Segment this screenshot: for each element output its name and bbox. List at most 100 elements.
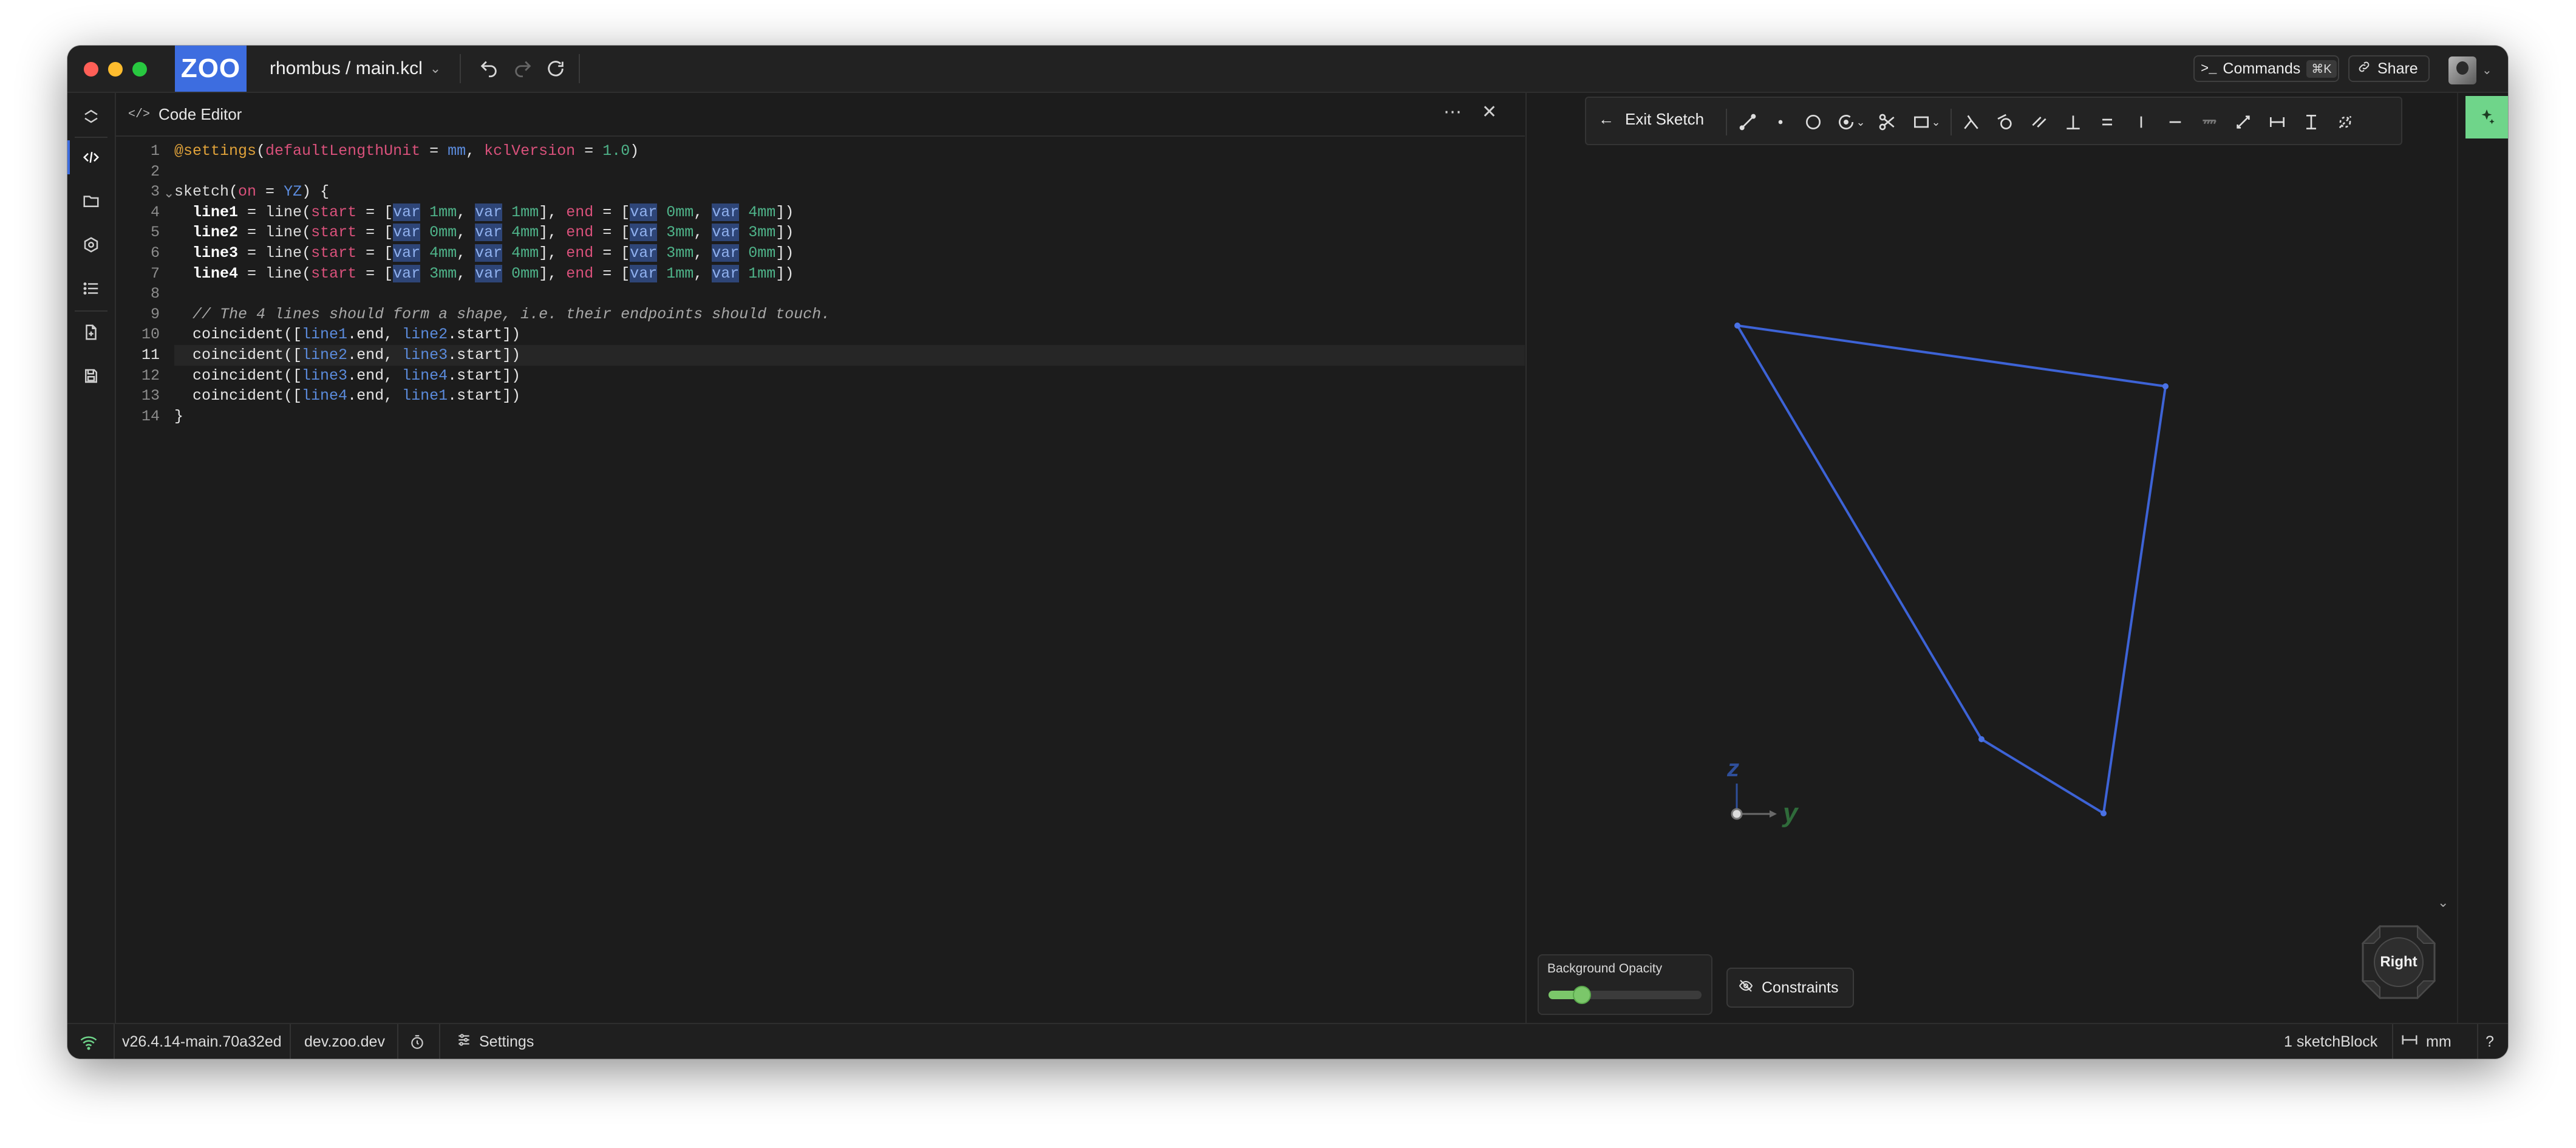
line-tool-icon[interactable] (1737, 111, 1759, 133)
sliders-icon (456, 1032, 472, 1052)
rectangle-tool-icon[interactable] (1910, 111, 1932, 133)
settings-button[interactable]: Settings (456, 1024, 534, 1059)
tangent-constraint-icon[interactable] (1994, 111, 2016, 133)
background-opacity-panel: Background Opacity (1538, 954, 1712, 1015)
line-number: 14 (141, 408, 160, 425)
chevron-down-icon[interactable]: ⌄ (2482, 63, 2492, 78)
code-line[interactable]: sketch(on = YZ) { (174, 182, 1525, 202)
circle-tool-icon[interactable] (1802, 111, 1824, 133)
folder-icon[interactable] (78, 188, 104, 214)
more-options-icon[interactable]: ⋯ (1443, 101, 1462, 123)
3d-viewport[interactable]: z y ← Exit Sketch ⌄ ⌄ Background Opacity… (1525, 93, 2508, 1023)
help-button[interactable]: ? (2486, 1024, 2494, 1059)
code-line[interactable]: } (174, 406, 1525, 427)
distance-dimension-icon[interactable] (2232, 111, 2254, 133)
exit-sketch-button[interactable]: ← Exit Sketch (1598, 110, 1704, 129)
code-line[interactable]: coincident([line4.end, line1.start]) (174, 386, 1525, 406)
line-number: 3 (150, 183, 160, 200)
close-icon[interactable]: ✕ (1482, 101, 1497, 123)
collapse-panels-icon[interactable] (78, 103, 104, 129)
line-number: 13 (141, 387, 160, 405)
opacity-slider-thumb[interactable] (1573, 986, 1592, 1004)
sketch-vertex[interactable] (2162, 383, 2169, 389)
code-editor-icon[interactable] (67, 140, 104, 174)
code-line-active[interactable]: coincident([line2.end, line3.start]) (174, 345, 1525, 366)
point-tool-icon[interactable] (1770, 111, 1791, 133)
divider (1951, 109, 1952, 135)
sketch-lines[interactable] (1735, 324, 2167, 816)
close-window-button[interactable] (84, 62, 98, 77)
timer-icon[interactable] (409, 1024, 425, 1059)
code-line[interactable]: coincident([line3.end, line4.start]) (174, 366, 1525, 386)
view-cube-face[interactable]: Right (2374, 937, 2424, 987)
sketch-count-label[interactable]: 1 sketchBlock (2284, 1024, 2377, 1059)
environment-label[interactable]: dev.zoo.dev (304, 1024, 385, 1059)
horizontal-constraint-icon[interactable] (2164, 111, 2186, 133)
axis-gizmo: z y (1726, 755, 1799, 828)
sketch-vertex[interactable] (1978, 736, 1985, 742)
unit-selector[interactable]: mm (2401, 1024, 2452, 1059)
add-file-icon[interactable] (78, 319, 104, 346)
sketch-vertex[interactable] (1734, 323, 1740, 329)
code-line[interactable]: line1 = line(start = [var 1mm, var 1mm],… (174, 202, 1525, 223)
chevron-down-icon[interactable]: ⌄ (2438, 895, 2448, 911)
commands-shortcut: ⌘K (2306, 60, 2337, 78)
sketch-canvas[interactable]: z y (1527, 93, 2508, 1023)
export-icon[interactable] (78, 363, 104, 389)
perpendicular-constraint-icon[interactable] (2062, 111, 2084, 133)
maximize-window-button[interactable] (132, 62, 147, 77)
code-line[interactable]: line3 = line(start = [var 4mm, var 4mm],… (174, 243, 1525, 264)
equal-constraint-icon[interactable] (2096, 111, 2118, 133)
code-line[interactable] (174, 162, 1525, 182)
ai-assistant-button[interactable] (2465, 96, 2508, 138)
code-line[interactable]: coincident([line1.end, line2.start]) (174, 324, 1525, 345)
code-line[interactable]: // The 4 lines should form a shape, i.e.… (174, 304, 1525, 325)
commands-button[interactable]: >_ Commands ⌘K (2193, 55, 2339, 82)
line-number: 7 (150, 265, 160, 282)
construction-toggle-icon[interactable] (2334, 111, 2356, 133)
share-button[interactable]: Share (2348, 55, 2430, 82)
line-number: 1 (150, 142, 160, 160)
rhombus-sketch[interactable] (1734, 323, 2169, 816)
sketch-vertex[interactable] (2101, 810, 2107, 816)
trim-tool-icon[interactable] (1876, 111, 1898, 133)
refresh-icon[interactable] (545, 58, 567, 80)
parallel-constraint-icon[interactable] (2028, 111, 2050, 133)
zoo-logo[interactable]: ZOO (175, 46, 247, 92)
terminal-icon: >_ (2201, 61, 2217, 77)
code-line[interactable] (174, 284, 1525, 304)
version-label[interactable]: v26.4.14-main.70a32ed (122, 1024, 282, 1059)
line-number-gutter: 1 2 3 ⌄ 4 5 6 7 8 9 10 11 12 13 14 (116, 137, 174, 1023)
code-content[interactable]: @settings(defaultLengthUnit = mm, kclVer… (174, 137, 1525, 1023)
line-number: 5 (150, 224, 160, 241)
line-number: 9 (150, 306, 160, 323)
feature-tree-icon[interactable] (78, 275, 104, 302)
parts-icon[interactable] (78, 231, 104, 258)
divider (2477, 1024, 2478, 1059)
minimize-window-button[interactable] (108, 62, 123, 77)
network-status-icon[interactable] (80, 1024, 98, 1059)
undo-icon[interactable] (478, 58, 500, 80)
view-cube[interactable]: Right (2362, 925, 2436, 999)
code-line[interactable]: @settings(defaultLengthUnit = mm, kclVer… (174, 141, 1525, 162)
avatar[interactable] (2448, 56, 2476, 84)
commands-label: Commands (2223, 60, 2301, 77)
chevron-down-icon: ⌄ (429, 61, 441, 76)
axis-z-label: z (1726, 755, 1739, 782)
constraints-button[interactable]: Constraints (1726, 968, 1854, 1008)
code-line[interactable]: line2 = line(start = [var 0mm, var 4mm],… (174, 222, 1525, 243)
fold-chevron-icon[interactable]: ⌄ (163, 183, 174, 203)
exit-sketch-label: Exit Sketch (1625, 110, 1705, 128)
redo-icon[interactable] (512, 58, 534, 80)
coincident-constraint-icon[interactable] (1960, 111, 1982, 133)
project-menu[interactable]: rhombus / main.kcl ⌄ (270, 46, 441, 92)
horizontal-dimension-icon[interactable] (2266, 111, 2288, 133)
chevron-down-icon[interactable]: ⌄ (1930, 111, 1942, 133)
fixed-constraint-icon[interactable] (2198, 111, 2220, 133)
chevron-down-icon[interactable]: ⌄ (1855, 111, 1867, 133)
vertical-dimension-icon[interactable] (2300, 111, 2322, 133)
vertical-constraint-icon[interactable] (2130, 111, 2152, 133)
arc-tool-icon[interactable] (1835, 111, 1857, 133)
background-opacity-label: Background Opacity (1547, 962, 1663, 975)
code-line[interactable]: line4 = line(start = [var 3mm, var 0mm],… (174, 264, 1525, 284)
